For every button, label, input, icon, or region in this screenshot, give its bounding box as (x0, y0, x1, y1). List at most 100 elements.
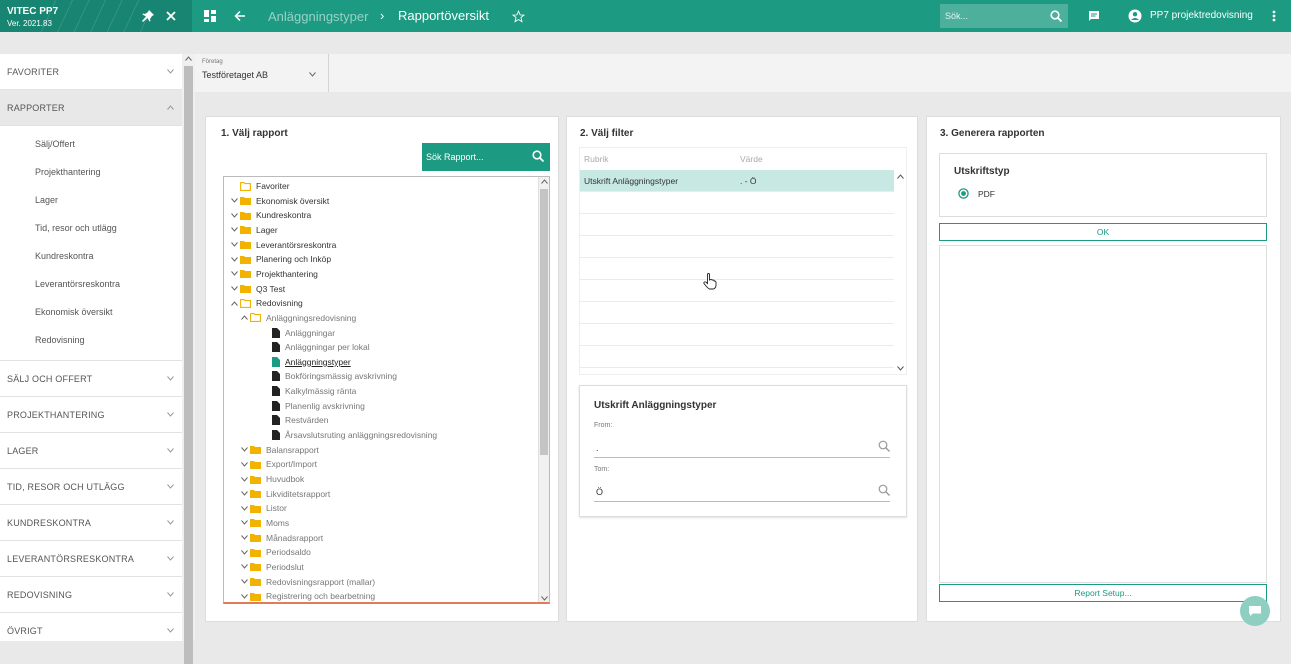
chevron-up-icon[interactable] (230, 300, 238, 306)
tree-folder-item[interactable]: Registrering och bearbetning (240, 589, 375, 602)
grid-icon[interactable] (204, 7, 216, 25)
tree-folder-item[interactable]: Projekthantering (230, 267, 318, 281)
sidebar-section-2[interactable]: SÄLJ OCH OFFERT (0, 361, 182, 397)
tree-report-item[interactable]: Kalkylmässig ränta (262, 384, 356, 398)
chevron-down-icon[interactable] (240, 535, 248, 540)
sidebar-section-5[interactable]: TID, RESOR OCH UTLÄGG (0, 469, 182, 505)
tree-report-item[interactable]: Anläggningar (262, 326, 335, 340)
chevron-down-icon[interactable] (240, 520, 248, 526)
breadcrumb-previous[interactable]: Anläggningstyper (268, 9, 368, 24)
chevron-down-icon[interactable] (240, 505, 248, 511)
tree-scrollbar[interactable] (538, 177, 549, 602)
sidebar-section-0[interactable]: FAVORITER (0, 54, 182, 90)
tree-folder-item[interactable]: Redovisning (230, 296, 303, 310)
tree-folder-item[interactable]: Likviditetsrapport (240, 487, 330, 501)
chevron-down-icon[interactable] (240, 447, 248, 452)
sidebar-section-6[interactable]: KUNDRESKONTRA (0, 505, 182, 541)
tree-report-item[interactable]: Årsavslutsruting anläggningsredovisning (262, 428, 437, 442)
search-icon[interactable] (1050, 7, 1062, 25)
chat-icon[interactable] (1088, 7, 1100, 25)
more-vert-icon[interactable] (1272, 7, 1276, 25)
chevron-down-icon[interactable] (240, 491, 248, 496)
tree-folder-item[interactable]: Q3 Test (230, 282, 285, 296)
sidebar-item[interactable]: Ekonomisk översikt (0, 298, 182, 326)
star-icon[interactable] (512, 7, 525, 25)
chevron-down-icon[interactable] (230, 242, 238, 247)
chevron-down-icon[interactable] (230, 198, 238, 203)
user-name[interactable]: PP7 projektredovisning (1150, 10, 1253, 21)
sidebar-section-4[interactable]: LAGER (0, 433, 182, 469)
ok-button[interactable]: OK (939, 223, 1267, 241)
tree-report-item[interactable]: Anläggningar per lokal (262, 340, 370, 354)
chevron-down-icon[interactable] (230, 286, 238, 291)
sidebar-scroll-thumb[interactable] (184, 66, 193, 664)
sidebar-section-7[interactable]: LEVERANTÖRSRESKONTRA (0, 541, 182, 577)
radio-selected-icon[interactable] (958, 188, 969, 199)
search-icon[interactable] (532, 147, 544, 165)
sidebar-scrollbar[interactable] (182, 54, 195, 664)
sidebar-item[interactable]: Sälj/Offert (0, 130, 182, 158)
tom-field[interactable] (594, 480, 890, 502)
sidebar-item[interactable]: Leverantörsreskontra (0, 270, 182, 298)
chevron-down-icon[interactable] (240, 462, 248, 467)
output-option-pdf[interactable]: PDF (978, 189, 995, 199)
pin-icon[interactable] (142, 7, 154, 25)
header-search[interactable] (940, 4, 1068, 28)
chevron-down-icon[interactable] (240, 579, 248, 584)
sidebar-section-8[interactable]: REDOVISNING (0, 577, 182, 613)
tree-folder-item[interactable]: Leverantörsreskontra (230, 238, 336, 252)
header-search-input[interactable] (943, 7, 1043, 25)
chevron-down-icon[interactable] (240, 564, 248, 570)
tree-folder-item[interactable]: Favoriter (230, 179, 290, 193)
tree-folder-item[interactable]: Moms (240, 516, 289, 530)
sidebar-item[interactable]: Projekthantering (0, 158, 182, 186)
chevron-down-icon[interactable] (230, 212, 238, 218)
sidebar-item[interactable]: Lager (0, 186, 182, 214)
tree-report-item[interactable]: Restvärden (262, 413, 328, 427)
chevron-down-icon[interactable] (240, 476, 248, 482)
sidebar-section-3[interactable]: PROJEKTHANTERING (0, 397, 182, 433)
report-setup-button[interactable]: Report Setup... (939, 584, 1267, 602)
chevron-down-icon[interactable] (230, 227, 238, 233)
close-icon[interactable] (166, 7, 176, 25)
chevron-down-icon[interactable] (240, 549, 248, 555)
chevron-down-icon[interactable] (230, 256, 238, 262)
tree-folder-item[interactable]: Balansrapport (240, 443, 319, 457)
from-field[interactable] (594, 436, 890, 458)
tree-folder-item[interactable]: Periodslut (240, 560, 304, 574)
sidebar-item[interactable]: Kundreskontra (0, 242, 182, 270)
tree-folder-item[interactable]: Periodsaldo (240, 545, 311, 559)
tree-report-item[interactable]: Bokföringsmässig avskrivning (262, 369, 397, 383)
tree-scroll-thumb[interactable] (540, 189, 548, 455)
tree-folder-item[interactable]: Ekonomisk översikt (230, 194, 329, 208)
tom-input[interactable] (594, 484, 864, 500)
chevron-down-icon[interactable] (240, 593, 248, 599)
sidebar-section-9[interactable]: ÖVRIGT (0, 613, 182, 641)
report-search-input[interactable] (424, 148, 524, 166)
tree-report-item[interactable]: Anläggningstyper (262, 355, 351, 369)
company-select[interactable]: Företag Testföretaget AB (195, 54, 329, 92)
report-search[interactable] (422, 143, 550, 171)
tree-folder-item[interactable]: Planering och Inköp (230, 252, 331, 266)
tree-folder-item[interactable]: Huvudbok (240, 472, 304, 486)
from-input[interactable] (594, 440, 864, 456)
tree-folder-item[interactable]: Listor (240, 501, 287, 515)
sidebar-section-1[interactable]: RAPPORTER (0, 90, 182, 126)
chat-bubble-button[interactable] (1240, 596, 1270, 626)
account-icon[interactable] (1128, 7, 1142, 25)
chevron-up-icon[interactable] (240, 315, 248, 321)
tree-folder-item[interactable]: Månadsrapport (240, 531, 323, 545)
table-row[interactable]: Utskrift Anläggningstyper . - Ö (580, 170, 894, 192)
tree-folder-item[interactable]: Anläggningsredovisning (240, 311, 356, 325)
tree-report-item[interactable]: Planenlig avskrivning (262, 399, 365, 413)
tree-folder-item[interactable]: Kundreskontra (230, 208, 311, 222)
sidebar-item[interactable]: Tid, resor och utlägg (0, 214, 182, 242)
sidebar-item[interactable]: Redovisning (0, 326, 182, 354)
tree-folder-item[interactable]: Export/Import (240, 457, 317, 471)
filter-table-scrollbar[interactable] (894, 170, 906, 374)
chevron-down-icon[interactable] (230, 271, 238, 277)
search-icon[interactable] (878, 440, 890, 452)
back-arrow-icon[interactable] (234, 7, 246, 25)
tree-folder-item[interactable]: Redovisningsrapport (mallar) (240, 575, 375, 589)
search-icon[interactable] (878, 484, 890, 496)
